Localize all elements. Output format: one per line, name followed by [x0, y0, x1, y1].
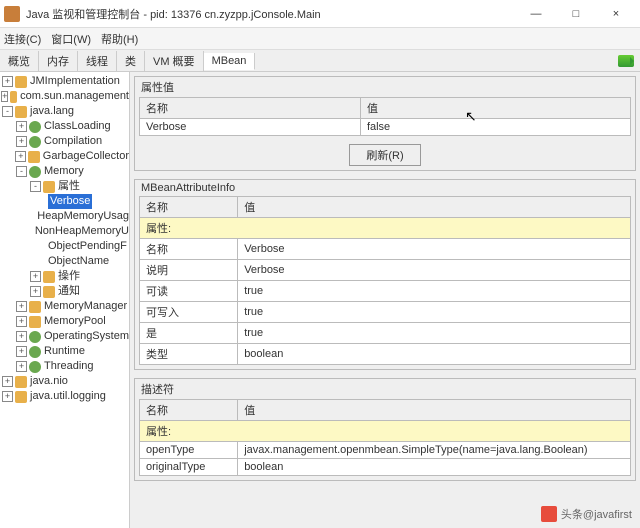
panel-title: 描述符	[135, 379, 635, 399]
tree-node[interactable]: +MemoryManager	[0, 299, 129, 314]
mbean-tree[interactable]: +JMImplementation +com.sun.management -j…	[0, 72, 130, 528]
table-row[interactable]: 可读true	[140, 281, 631, 302]
tree-node[interactable]: NonHeapMemoryU	[0, 224, 129, 239]
tab-overview[interactable]: 概览	[0, 51, 39, 71]
table-row[interactable]: originalTypeboolean	[140, 459, 631, 476]
descriptor-table: 名称值 属性: openTypejavax.management.openmbe…	[139, 399, 631, 476]
attribute-info-table: 名称值 属性: 名称Verbose 说明Verbose 可读true 可写入tr…	[139, 196, 631, 365]
tab-mbeans[interactable]: MBean	[204, 53, 256, 70]
tree-node[interactable]: -Memory	[0, 164, 129, 179]
tree-node[interactable]: +MemoryPool	[0, 314, 129, 329]
minimize-button[interactable]: —	[516, 2, 556, 26]
titlebar: Java 监视和管理控制台 - pid: 13376 cn.zyzpp.jCon…	[0, 0, 640, 28]
tree-node[interactable]: ObjectName	[0, 254, 129, 269]
watermark-icon	[541, 506, 557, 522]
table-row[interactable]: openTypejavax.management.openmbean.Simpl…	[140, 442, 631, 459]
connect-icon[interactable]	[618, 55, 634, 67]
table-row[interactable]: Verbosefalse	[140, 119, 631, 136]
close-button[interactable]: ×	[596, 2, 636, 26]
table-row[interactable]: 是true	[140, 323, 631, 344]
window-title: Java 监视和管理控制台 - pid: 13376 cn.zyzpp.jCon…	[26, 6, 516, 22]
tree-node[interactable]: +通知	[0, 284, 129, 299]
tab-bar: 概览 内存 线程 类 VM 概要 MBean	[0, 50, 640, 72]
tree-node[interactable]: +OperatingSystem	[0, 329, 129, 344]
menu-help[interactable]: 帮助(H)	[101, 31, 138, 47]
tab-memory[interactable]: 内存	[39, 51, 78, 71]
tree-node[interactable]: +JMImplementation	[0, 74, 129, 89]
refresh-button[interactable]: 刷新(R)	[349, 144, 420, 166]
tree-node[interactable]: +Compilation	[0, 134, 129, 149]
watermark: 头条@javafirst	[541, 506, 632, 522]
table-row[interactable]: 名称Verbose	[140, 239, 631, 260]
tree-node[interactable]: -属性	[0, 179, 129, 194]
tree-node[interactable]: HeapMemoryUsag	[0, 209, 129, 224]
tab-vm[interactable]: VM 概要	[145, 51, 204, 71]
panel-title: MBeanAttributeInfo	[135, 180, 635, 196]
app-icon	[4, 6, 20, 22]
tab-classes[interactable]: 类	[117, 51, 145, 71]
tree-node[interactable]: ObjectPendingF	[0, 239, 129, 254]
table-row[interactable]: 说明Verbose	[140, 260, 631, 281]
tree-node-selected[interactable]: Verbose	[0, 194, 129, 209]
panel-title: 属性值	[135, 77, 635, 97]
tree-node[interactable]: +Runtime	[0, 344, 129, 359]
table-row[interactable]: 属性:	[140, 218, 631, 239]
col-value[interactable]: 值	[238, 400, 631, 421]
attribute-value-table: 名称值 Verbosefalse	[139, 97, 631, 136]
col-name[interactable]: 名称	[140, 98, 361, 119]
col-value[interactable]: 值	[238, 197, 631, 218]
tree-node[interactable]: +java.util.logging	[0, 389, 129, 404]
tree-node[interactable]: -java.lang	[0, 104, 129, 119]
tree-node[interactable]: +ClassLoading	[0, 119, 129, 134]
tab-threads[interactable]: 线程	[78, 51, 117, 71]
col-name[interactable]: 名称	[140, 197, 238, 218]
descriptor-panel: 描述符 名称值 属性: openTypejavax.management.ope…	[134, 378, 636, 481]
tree-node[interactable]: +GarbageCollector	[0, 149, 129, 164]
content-pane: 属性值 名称值 Verbosefalse 刷新(R) MBeanAttribut…	[130, 72, 640, 528]
menu-window[interactable]: 窗口(W)	[51, 31, 91, 47]
tree-node[interactable]: +com.sun.management	[0, 89, 129, 104]
maximize-button[interactable]: □	[556, 2, 596, 26]
menu-connection[interactable]: 连接(C)	[4, 31, 41, 47]
tree-node[interactable]: +java.nio	[0, 374, 129, 389]
table-row[interactable]: 类型boolean	[140, 344, 631, 365]
table-row[interactable]: 属性:	[140, 421, 631, 442]
attribute-info-panel: MBeanAttributeInfo 名称值 属性: 名称Verbose 说明V…	[134, 179, 636, 370]
table-row[interactable]: 可写入true	[140, 302, 631, 323]
tree-node[interactable]: +操作	[0, 269, 129, 284]
menubar: 连接(C) 窗口(W) 帮助(H)	[0, 28, 640, 50]
tree-node[interactable]: +Threading	[0, 359, 129, 374]
watermark-text: 头条@javafirst	[561, 506, 632, 522]
col-name[interactable]: 名称	[140, 400, 238, 421]
attribute-value-panel: 属性值 名称值 Verbosefalse 刷新(R)	[134, 76, 636, 171]
col-value[interactable]: 值	[360, 98, 630, 119]
